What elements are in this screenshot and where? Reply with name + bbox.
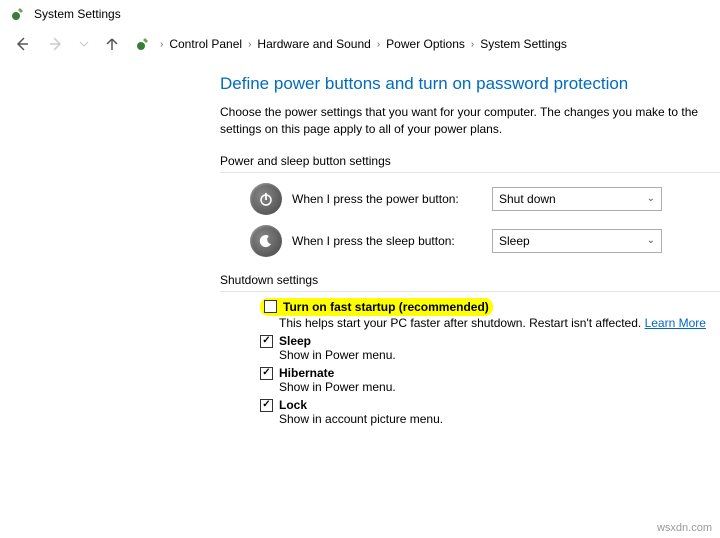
sleep-button-row: When I press the sleep button: Sleep ⌄	[250, 225, 720, 257]
hibernate-desc: Show in Power menu.	[279, 380, 720, 394]
back-button[interactable]	[10, 32, 34, 56]
dropdown-value: Sleep	[499, 234, 530, 248]
power-options-icon	[134, 35, 152, 53]
sleep-button-label: When I press the sleep button:	[292, 234, 492, 248]
lock-label: ✓ Lock	[260, 398, 720, 412]
chevron-down-icon: ⌄	[647, 193, 655, 204]
sleep-label: ✓ Sleep	[260, 334, 720, 348]
recent-dropdown-icon[interactable]	[78, 32, 90, 56]
shutdown-settings-list: Turn on fast startup (recommended) This …	[260, 298, 720, 427]
breadcrumb-item[interactable]: System Settings	[480, 37, 567, 51]
forward-button[interactable]	[44, 32, 68, 56]
power-button-dropdown[interactable]: Shut down ⌄	[492, 187, 662, 211]
chevron-right-icon[interactable]: ›	[158, 39, 165, 50]
learn-more-link[interactable]: Learn More	[645, 316, 706, 330]
breadcrumb: › Control Panel › Hardware and Sound › P…	[134, 35, 567, 53]
power-button-label: When I press the power button:	[292, 192, 492, 206]
section-shutdown: Shutdown settings	[220, 273, 720, 292]
chevron-down-icon: ⌄	[647, 235, 655, 246]
sleep-icon	[250, 225, 282, 257]
chevron-right-icon[interactable]: ›	[375, 39, 382, 50]
dropdown-value: Shut down	[499, 192, 556, 206]
sleep-desc: Show in Power menu.	[279, 348, 720, 362]
lock-desc: Show in account picture menu.	[279, 412, 720, 426]
nav-bar: › Control Panel › Hardware and Sound › P…	[0, 28, 720, 64]
power-icon	[250, 183, 282, 215]
hibernate-row: ✓ Hibernate Show in Power menu.	[260, 366, 720, 394]
page-title: Define power buttons and turn on passwor…	[220, 74, 720, 94]
content-area: Define power buttons and turn on passwor…	[0, 64, 720, 426]
fast-startup-row: Turn on fast startup (recommended) This …	[260, 298, 720, 331]
breadcrumb-item[interactable]: Hardware and Sound	[257, 37, 370, 51]
up-button[interactable]	[100, 32, 124, 56]
hibernate-checkbox[interactable]: ✓	[260, 367, 273, 380]
title-bar: System Settings	[0, 0, 720, 28]
page-description: Choose the power settings that you want …	[220, 104, 720, 138]
fast-startup-label: Turn on fast startup (recommended)	[264, 300, 489, 314]
lock-row: ✓ Lock Show in account picture menu.	[260, 398, 720, 426]
watermark: wsxdn.com	[657, 522, 712, 534]
sleep-button-dropdown[interactable]: Sleep ⌄	[492, 229, 662, 253]
lock-checkbox[interactable]: ✓	[260, 399, 273, 412]
chevron-right-icon[interactable]: ›	[469, 39, 476, 50]
power-button-row: When I press the power button: Shut down…	[250, 183, 720, 215]
hibernate-label: ✓ Hibernate	[260, 366, 720, 380]
power-options-icon	[10, 6, 26, 22]
breadcrumb-item[interactable]: Power Options	[386, 37, 465, 51]
section-power-sleep: Power and sleep button settings	[220, 154, 720, 173]
breadcrumb-item[interactable]: Control Panel	[169, 37, 242, 51]
fast-startup-checkbox[interactable]	[264, 300, 277, 313]
sleep-checkbox[interactable]: ✓	[260, 335, 273, 348]
fast-startup-desc: This helps start your PC faster after sh…	[279, 316, 720, 330]
sleep-row: ✓ Sleep Show in Power menu.	[260, 334, 720, 362]
highlight: Turn on fast startup (recommended)	[260, 298, 493, 316]
window-title: System Settings	[34, 7, 121, 21]
chevron-right-icon[interactable]: ›	[246, 39, 253, 50]
